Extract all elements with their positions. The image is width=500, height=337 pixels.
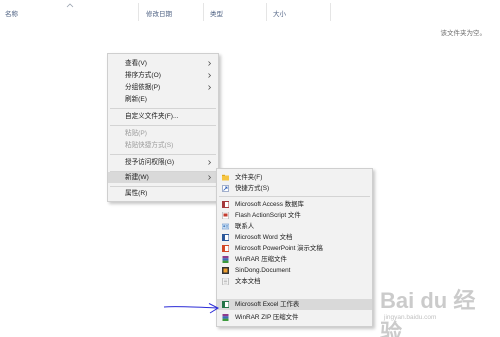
access-icon bbox=[222, 201, 229, 208]
baidu-watermark: Bai du 经验 jingyan.baidu.com bbox=[380, 283, 496, 337]
menu-item-give-access[interactable]: 授予访问权限(G) bbox=[108, 157, 218, 168]
menu-item-group-by[interactable]: 分组依据(P) bbox=[108, 82, 218, 93]
column-divider[interactable] bbox=[266, 3, 267, 21]
chevron-right-icon bbox=[208, 73, 211, 78]
watermark-logo: Bai du 经验 bbox=[380, 288, 476, 337]
submenu-item-label: Microsoft Excel 工作表 bbox=[235, 301, 300, 308]
winrar-icon bbox=[222, 256, 229, 263]
menu-item-paste[interactable]: 粘贴(P) bbox=[108, 128, 218, 139]
submenu-item-label: SinDong.Document bbox=[235, 267, 291, 274]
column-header-bar: 名称 修改日期 类型 大小 bbox=[0, 0, 500, 22]
submenu-item-winrar[interactable]: WinRAR 压缩文件 bbox=[217, 254, 372, 265]
submenu-item-flash-actionscript[interactable]: Flash ActionScript 文件 bbox=[217, 210, 372, 221]
menu-item-label: 新建(W) bbox=[125, 174, 149, 181]
flash-file-icon bbox=[222, 212, 229, 219]
winrar-zip-icon bbox=[222, 314, 229, 321]
submenu-item-label: 文件夹(F) bbox=[235, 174, 263, 181]
submenu-item-excel[interactable]: Microsoft Excel 工作表 bbox=[217, 299, 372, 310]
menu-item-paste-shortcut[interactable]: 粘贴快捷方式(S) bbox=[108, 140, 218, 151]
menu-separator bbox=[219, 196, 370, 197]
submenu-item-contact[interactable]: 联系人 bbox=[217, 221, 372, 232]
sindong-icon bbox=[222, 267, 229, 274]
menu-item-properties[interactable]: 属性(R) bbox=[108, 188, 218, 199]
menu-item-label: 分组依据(P) bbox=[125, 84, 161, 91]
menu-item-label: 排序方式(O) bbox=[125, 72, 161, 79]
shortcut-icon bbox=[222, 185, 229, 192]
menu-separator bbox=[110, 125, 216, 126]
submenu-item-shortcut[interactable]: 快捷方式(S) bbox=[217, 183, 372, 194]
menu-item-label: 粘贴(P) bbox=[125, 130, 147, 137]
annotation-arrow-icon bbox=[163, 303, 220, 314]
column-header-name[interactable]: 名称 bbox=[5, 8, 18, 18]
column-header-date-modified[interactable]: 修改日期 bbox=[146, 8, 172, 18]
column-divider[interactable] bbox=[330, 3, 331, 21]
watermark-url: jingyan.baidu.com bbox=[384, 314, 437, 321]
empty-folder-message: 该文件夹为空。 bbox=[440, 30, 487, 37]
submenu-item-label: Flash ActionScript 文件 bbox=[235, 212, 301, 219]
menu-item-view[interactable]: 查看(V) bbox=[108, 58, 218, 69]
menu-item-label: 授予访问权限(G) bbox=[125, 159, 175, 166]
submenu-item-label: Microsoft Word 文档 bbox=[235, 234, 293, 241]
column-header-type[interactable]: 类型 bbox=[210, 8, 223, 18]
submenu-item-label: WinRAR ZIP 压缩文件 bbox=[235, 314, 299, 321]
menu-item-label: 自定义文件夹(F)... bbox=[125, 113, 179, 120]
submenu-item-label: 快捷方式(S) bbox=[235, 185, 270, 192]
submenu-item-label: 联系人 bbox=[235, 223, 255, 230]
chevron-right-icon bbox=[208, 61, 211, 66]
word-icon bbox=[222, 234, 229, 241]
context-menu: 查看(V) 排序方式(O) 分组依据(P) 刷新(E) 自定义文件夹(F)...… bbox=[107, 53, 219, 202]
submenu-item-folder[interactable]: 文件夹(F) bbox=[217, 172, 372, 183]
sort-ascending-icon bbox=[66, 3, 74, 8]
menu-item-customize-folder[interactable]: 自定义文件夹(F)... bbox=[108, 111, 218, 122]
menu-item-sort-by[interactable]: 排序方式(O) bbox=[108, 70, 218, 81]
submenu-item-label: WinRAR 压缩文件 bbox=[235, 256, 287, 263]
submenu-item-sindong-document[interactable]: SinDong.Document bbox=[217, 265, 372, 276]
menu-item-refresh[interactable]: 刷新(E) bbox=[108, 94, 218, 105]
menu-item-new[interactable]: 新建(W) bbox=[108, 172, 218, 183]
submenu-item-word[interactable]: Microsoft Word 文档 bbox=[217, 232, 372, 243]
menu-item-label: 刷新(E) bbox=[125, 96, 147, 103]
chevron-right-icon bbox=[208, 160, 211, 165]
menu-separator bbox=[110, 154, 216, 155]
folder-icon bbox=[222, 174, 229, 181]
menu-item-label: 粘贴快捷方式(S) bbox=[125, 142, 174, 149]
menu-item-label: 查看(V) bbox=[125, 60, 147, 67]
submenu-item-label: Microsoft Access 数据库 bbox=[235, 201, 304, 208]
submenu-item-label: 文本文档 bbox=[235, 278, 261, 285]
menu-separator bbox=[110, 108, 216, 109]
submenu-item-winrar-zip[interactable]: WinRAR ZIP 压缩文件 bbox=[217, 312, 372, 323]
submenu-item-text-document[interactable]: 文本文档 bbox=[217, 276, 372, 287]
chevron-right-icon bbox=[208, 175, 211, 180]
text-document-icon bbox=[222, 278, 229, 285]
menu-separator bbox=[110, 186, 216, 187]
submenu-item-label: Microsoft PowerPoint 演示文稿 bbox=[235, 245, 323, 252]
menu-item-label: 属性(R) bbox=[125, 190, 148, 197]
new-submenu: 文件夹(F) 快捷方式(S) Microsoft Access 数据库 Flas… bbox=[216, 168, 373, 327]
contact-icon bbox=[222, 223, 229, 230]
submenu-item-access[interactable]: Microsoft Access 数据库 bbox=[217, 199, 372, 210]
submenu-item-powerpoint[interactable]: Microsoft PowerPoint 演示文稿 bbox=[217, 243, 372, 254]
column-divider[interactable] bbox=[203, 3, 204, 21]
excel-icon bbox=[222, 301, 229, 308]
column-divider[interactable] bbox=[138, 3, 139, 21]
chevron-right-icon bbox=[208, 85, 211, 90]
powerpoint-icon bbox=[222, 245, 229, 252]
column-header-size[interactable]: 大小 bbox=[273, 8, 286, 18]
